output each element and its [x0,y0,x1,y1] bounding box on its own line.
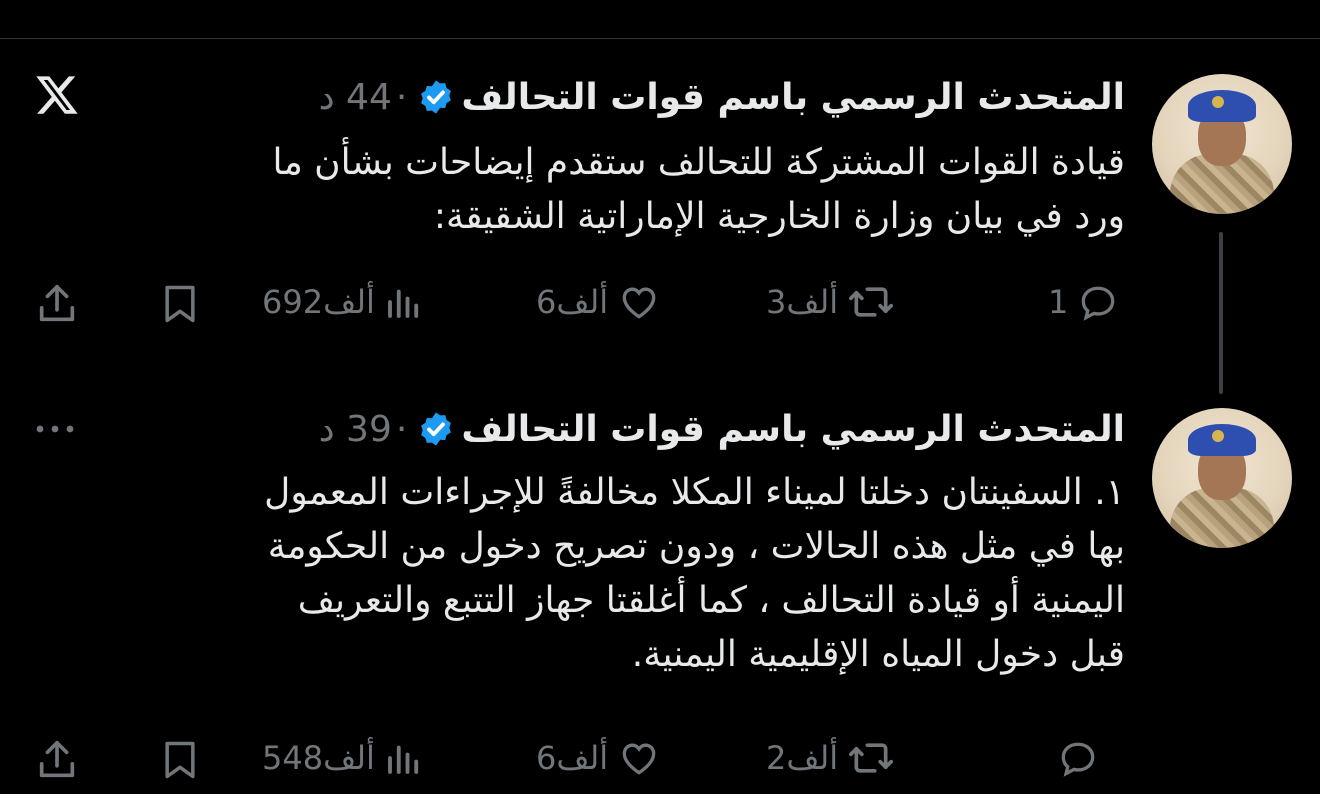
bookmark-icon [165,741,195,779]
retweet-button[interactable]: 3ألف [758,280,896,324]
like-button[interactable]: 6ألف [528,736,662,780]
retweet-count: 3ألف [766,283,839,321]
views-button[interactable]: 692ألف [254,280,425,324]
views-count: 692ألف [262,283,375,321]
tweet-actions: 2ألف 6ألف 548ألف [0,736,1140,786]
thread-connector [1219,232,1223,394]
retweet-count: 2ألف [766,739,839,777]
tweet-text: ١. السفينتان دخلتا لميناء المكلا مخالفةً… [45,466,1125,682]
tweet-line: اليمنية أو قيادة التحالف ، كما أغلقتا جه… [297,580,1125,621]
avatar[interactable] [1152,408,1292,548]
views-icon [387,289,419,318]
author-name[interactable]: المتحدث الرسمي باسم قوات التحالف [461,409,1125,450]
tweet-line: ورد في بيان وزارة الخارجية الإماراتية ال… [433,196,1125,237]
reply-icon [1061,742,1095,777]
tweet-header: المتحدث الرسمي باسم قوات التحالف · 39 د [319,404,1125,454]
tweet-line: ١. السفينتان دخلتا لميناء المكلا مخالفةً… [264,472,1125,513]
retweet-button[interactable]: 2ألف [758,736,896,780]
retweet-icon [849,287,894,317]
tweet-line: قيادة القوات المشتركة للتحالف ستقدم إيضا… [272,142,1125,183]
share-icon [39,284,75,322]
views-button[interactable]: 548ألف [254,736,425,780]
reply-button[interactable] [1040,736,1100,780]
x-logo-icon[interactable] [34,72,80,118]
verified-badge-icon [421,80,452,114]
tweet-time[interactable]: 44 د [319,77,392,118]
bookmark-icon [165,285,195,323]
like-icon [622,743,656,775]
author-name[interactable]: المتحدث الرسمي باسم قوات التحالف [461,77,1125,118]
avatar[interactable] [1152,74,1292,214]
like-icon [622,287,656,319]
bookmark-button[interactable] [158,280,202,328]
share-button[interactable] [34,280,80,328]
like-count: 6ألف [536,739,609,777]
tweet-separator: · [395,76,408,118]
bookmark-button[interactable] [158,736,202,784]
more-icon[interactable] [32,414,78,444]
tweet-text: قيادة القوات المشتركة للتحالف ستقدم إيضا… [45,136,1125,244]
retweet-icon [849,743,894,773]
like-button[interactable]: 6ألف [528,280,662,324]
reply-icon [1082,286,1115,321]
reply-count: 1 [1048,283,1069,321]
views-icon [387,745,419,774]
like-count: 6ألف [536,283,609,321]
views-count: 548ألف [262,739,375,777]
verified-badge-icon [421,412,452,446]
tweet-header: المتحدث الرسمي باسم قوات التحالف · 44 د [319,72,1125,122]
tweet-line: قبل دخول المياه الإقليمية اليمنية. [631,634,1125,675]
top-divider [0,38,1320,39]
share-icon [39,740,75,778]
tweet-line: بها في مثل هذه الحالات ، ودون تصريح دخول… [267,526,1125,567]
tweet-separator: · [395,408,408,450]
share-button[interactable] [34,736,80,784]
tweet-time[interactable]: 39 د [319,409,392,450]
reply-button[interactable]: 1 [1040,280,1120,324]
tweet-actions: 1 3ألف 6ألف 692ألف [0,280,1140,330]
